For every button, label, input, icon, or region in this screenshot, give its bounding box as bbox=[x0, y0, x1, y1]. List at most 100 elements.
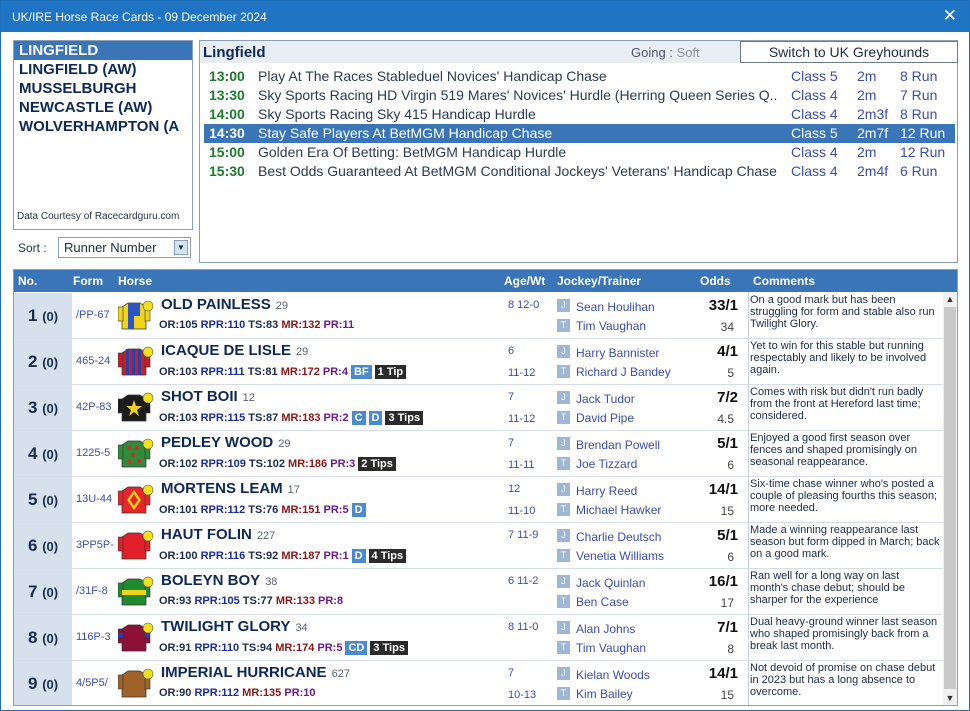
venue-item-lingfield-aw[interactable]: LINGFIELD (AW) bbox=[14, 60, 192, 79]
scroll-up-icon[interactable]: ▲ bbox=[943, 292, 957, 306]
trainer-name[interactable]: Tim Vaughan bbox=[576, 319, 646, 333]
horse-name-text: SHOT BOII bbox=[161, 388, 238, 405]
table-row[interactable]: 5 (0) 13U-44 MORTENS LEAM 17 OR:101 RPR:112 … bbox=[14, 477, 943, 523]
runner-ratings: OR:103 RPR:111 TS:81 MR:172 PR:4 BF 1 Tip bbox=[159, 365, 407, 379]
table-row[interactable]: 8 (0) 116P-3 TWILIGHT GLORY 34 OR:91 RPR:110… bbox=[14, 615, 943, 661]
trainer-name[interactable]: Venetia Williams bbox=[576, 549, 664, 563]
switch-greyhounds-button[interactable]: Switch to UK Greyhounds bbox=[740, 41, 958, 63]
chevron-down-icon[interactable]: ▼ bbox=[174, 240, 188, 255]
runner-odds[interactable]: 7/1 bbox=[682, 619, 738, 636]
race-distance: 2m4f bbox=[857, 163, 889, 179]
horse-name[interactable]: ICAQUE DE LISLE 29 bbox=[161, 342, 308, 359]
race-row[interactable]: 14:00 Sky Sports Racing Sky 415 Handicap … bbox=[204, 105, 955, 124]
runner-odds[interactable]: 33/1 bbox=[682, 297, 738, 314]
jockey-name[interactable]: Harry Reed bbox=[576, 484, 637, 498]
col-comments[interactable]: Comments bbox=[753, 274, 815, 288]
horse-name[interactable]: MORTENS LEAM 17 bbox=[161, 480, 300, 497]
runner-comment: Yet to win for this stable but running r… bbox=[750, 340, 927, 376]
runner-ratings: OR:90 RPR:112 MR:135 PR:10 bbox=[159, 687, 316, 699]
jockey-name[interactable]: Jack Quinlan bbox=[576, 576, 645, 590]
table-row[interactable]: 1 (0) /PP-67 OLD PAINLESS 29 OR:105 RPR:110 … bbox=[14, 293, 943, 339]
scrollbar-thumb[interactable] bbox=[944, 307, 956, 689]
venue-item-lingfield[interactable]: LINGFIELD bbox=[14, 41, 192, 60]
trainer-name[interactable]: Michael Hawker bbox=[576, 503, 661, 517]
runner-tag: 3 Tips bbox=[370, 641, 408, 655]
jockey-name[interactable]: Alan Johns bbox=[576, 622, 635, 636]
horse-name[interactable]: PEDLEY WOOD 29 bbox=[161, 434, 291, 451]
table-row[interactable]: 3 (0) 42P-83 SHOT BOII 12 OR:103 RPR:115 TS:… bbox=[14, 385, 943, 431]
rpr-rating: RPR:112 bbox=[194, 687, 240, 699]
scroll-down-icon[interactable]: ▼ bbox=[943, 691, 957, 705]
horse-name-text: OLD PAINLESS bbox=[161, 296, 271, 313]
trainer-badge: T bbox=[557, 641, 570, 654]
horse-name[interactable]: OLD PAINLESS 29 bbox=[161, 296, 288, 313]
jockey-name[interactable]: Harry Bannister bbox=[576, 346, 659, 360]
jockey-badge: J bbox=[557, 345, 570, 358]
jockey-badge: J bbox=[557, 391, 570, 404]
jockey-silk-icon bbox=[117, 527, 154, 563]
horse-rank: 34 bbox=[295, 622, 308, 634]
close-icon[interactable]: ✕ bbox=[943, 6, 957, 26]
table-row[interactable]: 9 (0) 4/5P5/IMPERIAL HURRICANE 627 OR:90 RP… bbox=[14, 661, 943, 705]
runner-no: 7 bbox=[28, 582, 38, 601]
venue-item-wolverhampton[interactable]: WOLVERHAMPTON (A bbox=[14, 117, 192, 136]
runner-odds[interactable]: 7/2 bbox=[682, 389, 738, 406]
race-row[interactable]: 13:00 Play At The Races Stableduel Novice… bbox=[204, 67, 955, 86]
runner-decimal-odds: 34 bbox=[720, 320, 734, 334]
trainer-badge: T bbox=[557, 411, 570, 424]
table-row[interactable]: 6 (0) 3PP5P- HAUT FOLIN 227 OR:100 RPR:116 T… bbox=[14, 523, 943, 569]
table-row[interactable]: 2 (0) 465-24 ICAQUE DE LISLE 29 OR:103 RPR:1… bbox=[14, 339, 943, 385]
runner-no: 1 bbox=[28, 306, 38, 325]
trainer-name[interactable]: Ben Case bbox=[576, 595, 629, 609]
horse-name-text: HAUT FOLIN bbox=[161, 526, 252, 543]
sort-select[interactable]: Runner Number ▼ bbox=[58, 237, 191, 258]
jockey-name[interactable]: Jack Tudor bbox=[576, 392, 635, 406]
trainer-name[interactable]: David Pipe bbox=[576, 411, 634, 425]
col-form[interactable]: Form bbox=[73, 274, 103, 288]
horse-name-text: PEDLEY WOOD bbox=[161, 434, 274, 451]
runner-odds[interactable]: 5/1 bbox=[682, 527, 738, 544]
col-no[interactable]: No. bbox=[18, 274, 37, 288]
runner-ratings: OR:100 RPR:116 TS:92 MR:187 PR:1 D 4 Tips bbox=[159, 549, 407, 563]
jockey-name[interactable]: Brendan Powell bbox=[576, 438, 660, 452]
races-header: Lingfield Going : Soft Switch to UK Grey… bbox=[200, 41, 958, 63]
table-row[interactable]: 4 (0) 1225-5 PEDLEY WOOD 29 OR:102 RPR:109 T… bbox=[14, 431, 943, 477]
runner-odds[interactable]: 16/1 bbox=[682, 573, 738, 590]
ts-rating: TS:83 bbox=[248, 319, 279, 331]
vertical-scrollbar[interactable]: ▲ ▼ bbox=[943, 292, 957, 705]
venue-item-musselburgh[interactable]: MUSSELBURGH bbox=[14, 79, 192, 98]
col-odds[interactable]: Odds bbox=[700, 274, 731, 288]
jockey-name[interactable]: Charlie Deutsch bbox=[576, 530, 661, 544]
runner-draw: (0) bbox=[42, 631, 59, 646]
runner-comment: Ran well for a long way on last month's … bbox=[750, 570, 905, 606]
trainer-name[interactable]: Joe Tizzard bbox=[576, 457, 637, 471]
horse-name[interactable]: SHOT BOII 12 bbox=[161, 388, 255, 405]
rpr-rating: RPR:112 bbox=[200, 503, 246, 516]
runner-odds[interactable]: 14/1 bbox=[682, 665, 738, 682]
horse-name[interactable]: HAUT FOLIN 227 bbox=[161, 526, 275, 543]
runner-odds[interactable]: 14/1 bbox=[682, 481, 738, 498]
race-row[interactable]: 15:00 Golden Era Of Betting: BetMGM Handi… bbox=[204, 143, 955, 162]
col-jockey-trainer[interactable]: Jockey/Trainer bbox=[557, 274, 641, 288]
horse-name[interactable]: TWILIGHT GLORY 34 bbox=[161, 618, 308, 635]
horse-name[interactable]: IMPERIAL HURRICANE 627 bbox=[161, 664, 350, 681]
runner-ratings: OR:103 RPR:115 TS:87 MR:183 PR:2 C D 3 Tips bbox=[159, 411, 424, 425]
race-row[interactable]: 14:30 Stay Safe Players At BetMGM Handica… bbox=[204, 124, 955, 143]
ts-rating: TS:77 bbox=[242, 595, 273, 607]
trainer-name[interactable]: Kim Bailey bbox=[576, 687, 633, 701]
race-row[interactable]: 15:30 Best Odds Guaranteed At BetMGM Cond… bbox=[204, 162, 955, 181]
horse-name-text: IMPERIAL HURRICANE bbox=[161, 664, 327, 681]
horse-name[interactable]: BOLEYN BOY 38 bbox=[161, 572, 277, 589]
trainer-name[interactable]: Tim Vaughan bbox=[576, 641, 646, 655]
race-row[interactable]: 13:30 Sky Sports Racing HD Virgin 519 Mar… bbox=[204, 86, 955, 105]
runner-odds[interactable]: 4/1 bbox=[682, 343, 738, 360]
venue-item-newcastle-aw[interactable]: NEWCASTLE (AW) bbox=[14, 98, 192, 117]
runner-draw: (0) bbox=[42, 355, 59, 370]
jockey-name[interactable]: Sean Houlihan bbox=[576, 300, 655, 314]
col-age-wt[interactable]: Age/Wt bbox=[504, 274, 545, 288]
trainer-name[interactable]: Richard J Bandey bbox=[576, 365, 671, 379]
table-row[interactable]: 7 (0) /31F-8 BOLEYN BOY 38 OR:93 RPR:105 TS:… bbox=[14, 569, 943, 615]
runner-odds[interactable]: 5/1 bbox=[682, 435, 738, 452]
col-horse[interactable]: Horse bbox=[118, 274, 152, 288]
jockey-name[interactable]: Kielan Woods bbox=[576, 668, 650, 682]
